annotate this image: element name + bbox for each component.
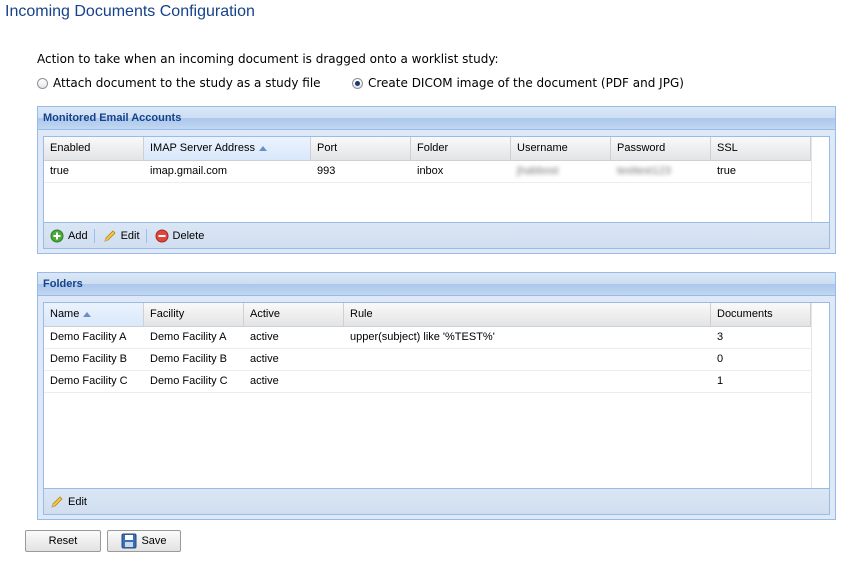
add-button[interactable]: Add bbox=[46, 229, 92, 243]
cell-password: testtest123 bbox=[617, 165, 671, 177]
cell-ssl: true bbox=[717, 165, 736, 177]
edit-button[interactable]: Edit bbox=[99, 229, 144, 243]
email-accounts-grid: Enabled IMAP Server Address Port Folder … bbox=[43, 136, 830, 223]
column-enabled[interactable]: Enabled bbox=[44, 137, 144, 160]
column-documents[interactable]: Documents bbox=[711, 303, 811, 326]
sort-ascending-icon bbox=[83, 311, 92, 317]
email-accounts-panel: Monitored Email Accounts Enabled IMAP Se… bbox=[37, 106, 836, 254]
delete-icon bbox=[155, 229, 169, 242]
option-attach-study-file[interactable]: Attach document to the study as a study … bbox=[37, 76, 321, 90]
sort-ascending-icon bbox=[258, 145, 267, 151]
delete-label: Delete bbox=[172, 229, 205, 242]
radio-button-checked[interactable] bbox=[352, 77, 363, 89]
edit-label: Edit bbox=[68, 495, 87, 508]
column-facility[interactable]: Facility bbox=[144, 303, 244, 326]
option-create-dicom[interactable]: Create DICOM image of the document (PDF … bbox=[352, 76, 684, 90]
grid-header: Name Facility Active Rule Documents bbox=[44, 303, 829, 327]
column-name[interactable]: Name bbox=[44, 303, 144, 326]
email-toolbar: Add Edit Delete bbox=[43, 223, 830, 249]
cell-documents: 3 bbox=[717, 331, 724, 343]
toolbar-separator bbox=[93, 228, 95, 243]
add-label: Add bbox=[68, 229, 88, 242]
delete-button[interactable]: Delete bbox=[151, 229, 209, 243]
save-button[interactable]: Save bbox=[107, 530, 181, 552]
column-imap-server[interactable]: IMAP Server Address bbox=[144, 137, 311, 160]
cell-rule bbox=[344, 371, 711, 392]
column-rule[interactable]: Rule bbox=[344, 303, 711, 326]
cell-documents: 0 bbox=[717, 353, 724, 365]
folders-grid: Name Facility Active Rule Documents Demo… bbox=[43, 302, 830, 489]
column-port[interactable]: Port bbox=[311, 137, 411, 160]
cell-rule: upper(subject) like '%TEST%' bbox=[350, 331, 495, 343]
edit-button[interactable]: Edit bbox=[46, 495, 91, 509]
edit-label: Edit bbox=[120, 229, 140, 242]
cell-name: Demo Facility B bbox=[50, 353, 128, 365]
save-label: Save bbox=[141, 535, 167, 547]
grid-scrollbar[interactable] bbox=[811, 303, 829, 488]
cell-name: Demo Facility A bbox=[50, 331, 127, 343]
column-password[interactable]: Password bbox=[611, 137, 711, 160]
cell-facility: Demo Facility A bbox=[150, 331, 227, 343]
radio-button[interactable] bbox=[37, 77, 48, 89]
cell-enabled: true bbox=[50, 165, 69, 177]
table-row[interactable]: Demo Facility A Demo Facility A active u… bbox=[44, 327, 829, 349]
column-ssl[interactable]: SSL bbox=[711, 137, 811, 160]
table-row[interactable]: Demo Facility C Demo Facility C active 1 bbox=[44, 371, 829, 393]
reset-label: Reset bbox=[48, 535, 78, 547]
column-label: IMAP Server Address bbox=[150, 142, 255, 154]
pencil-icon bbox=[103, 229, 116, 242]
column-active[interactable]: Active bbox=[244, 303, 344, 326]
option-label: Attach document to the study as a study … bbox=[53, 76, 321, 90]
pencil-icon bbox=[51, 495, 63, 508]
cell-name: Demo Facility C bbox=[50, 375, 128, 387]
panel-title: Folders bbox=[38, 273, 835, 296]
action-label: Action to take when an incoming document… bbox=[37, 52, 499, 66]
folders-toolbar: Edit bbox=[43, 489, 830, 515]
cell-folder: inbox bbox=[417, 165, 444, 177]
table-row[interactable]: true imap.gmail.com 993 inbox jhabbost t… bbox=[44, 161, 829, 183]
cell-rule bbox=[344, 349, 711, 370]
add-icon bbox=[50, 229, 64, 242]
cell-username: jhabbost bbox=[517, 165, 559, 177]
floppy-disk-icon bbox=[121, 533, 137, 549]
toolbar-separator bbox=[145, 228, 147, 243]
page-title: Incoming Documents Configuration bbox=[5, 3, 255, 20]
grid-scrollbar[interactable] bbox=[811, 137, 829, 222]
cell-facility: Demo Facility B bbox=[150, 353, 228, 365]
option-label: Create DICOM image of the document (PDF … bbox=[368, 76, 684, 90]
table-row[interactable]: Demo Facility B Demo Facility B active 0 bbox=[44, 349, 829, 371]
grid-header: Enabled IMAP Server Address Port Folder … bbox=[44, 137, 829, 161]
cell-imap: imap.gmail.com bbox=[150, 165, 228, 177]
panel-title: Monitored Email Accounts bbox=[38, 107, 835, 130]
cell-documents: 1 bbox=[717, 375, 724, 387]
reset-button[interactable]: Reset bbox=[25, 530, 101, 552]
folders-panel: Folders Name Facility Active Rule Docume… bbox=[37, 272, 836, 520]
cell-active: active bbox=[250, 375, 279, 387]
cell-port: 993 bbox=[317, 165, 336, 177]
column-username[interactable]: Username bbox=[511, 137, 611, 160]
cell-active: active bbox=[250, 353, 279, 365]
cell-facility: Demo Facility C bbox=[150, 375, 228, 387]
column-folder[interactable]: Folder bbox=[411, 137, 511, 160]
cell-active: active bbox=[250, 331, 279, 343]
column-label: Name bbox=[50, 308, 80, 320]
